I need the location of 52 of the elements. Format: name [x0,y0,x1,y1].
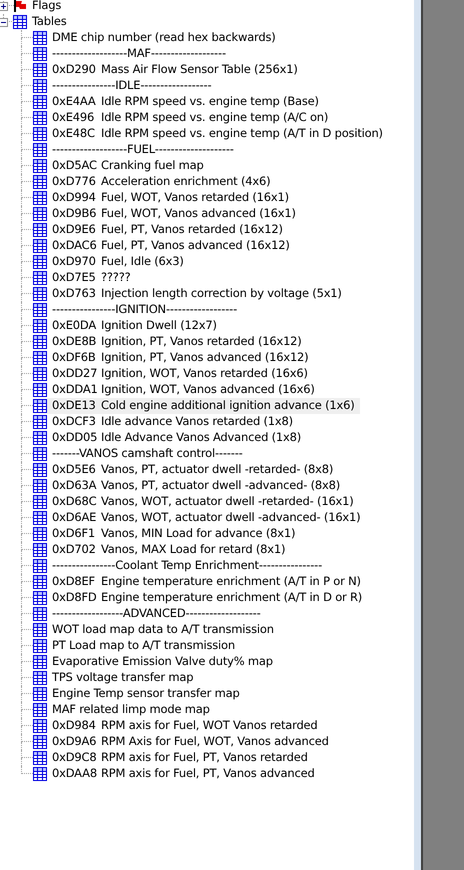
flag-icon [13,0,27,13]
table-icon [33,479,47,493]
table-icon [33,511,47,525]
table-icon [33,111,47,125]
table-icon [33,191,47,205]
table-icon [33,543,47,557]
table-icon [33,447,47,461]
table-icon [33,527,47,541]
tree-item-label[interactable]: 0xDE13 Cold engine additional ignition advance (1x6) [47,398,360,414]
table-icon [33,415,47,429]
table-icon [33,255,47,269]
table-icon [33,575,47,589]
table-icon [33,591,47,605]
table-icon [33,559,47,573]
table-icon [33,175,47,189]
table-icon [33,671,47,685]
table-icon [33,63,47,77]
table-icon [33,463,47,477]
table-icon [33,623,47,637]
table-icon [33,495,47,509]
table-icon [33,719,47,733]
table-icon [33,127,47,141]
table-icon [33,703,47,717]
table-icon [33,159,47,173]
table-icon [33,399,47,413]
table-icon [33,607,47,621]
table-icon [33,303,47,317]
table-icon [33,319,47,333]
table-icon [33,271,47,285]
table-icon [33,735,47,749]
table-icon [33,287,47,301]
table-icon [33,767,47,781]
table-icon [33,79,47,93]
table-icon [33,687,47,701]
expander-button[interactable] [0,18,8,26]
table-icon [33,383,47,397]
table-icon [33,351,47,365]
table-icon [33,207,47,221]
table-icon [33,47,47,61]
table-icon [33,223,47,237]
table-icon [33,639,47,653]
table-icon [33,751,47,765]
table-icon [33,335,47,349]
table-icon [33,367,47,381]
table-icon [33,31,47,45]
table-icon [33,143,47,157]
expander-button[interactable] [0,2,8,10]
table-icon [33,655,47,669]
table-icon [13,15,27,29]
table-icon [33,239,47,253]
table-icon [33,431,47,445]
table-icon [33,95,47,109]
